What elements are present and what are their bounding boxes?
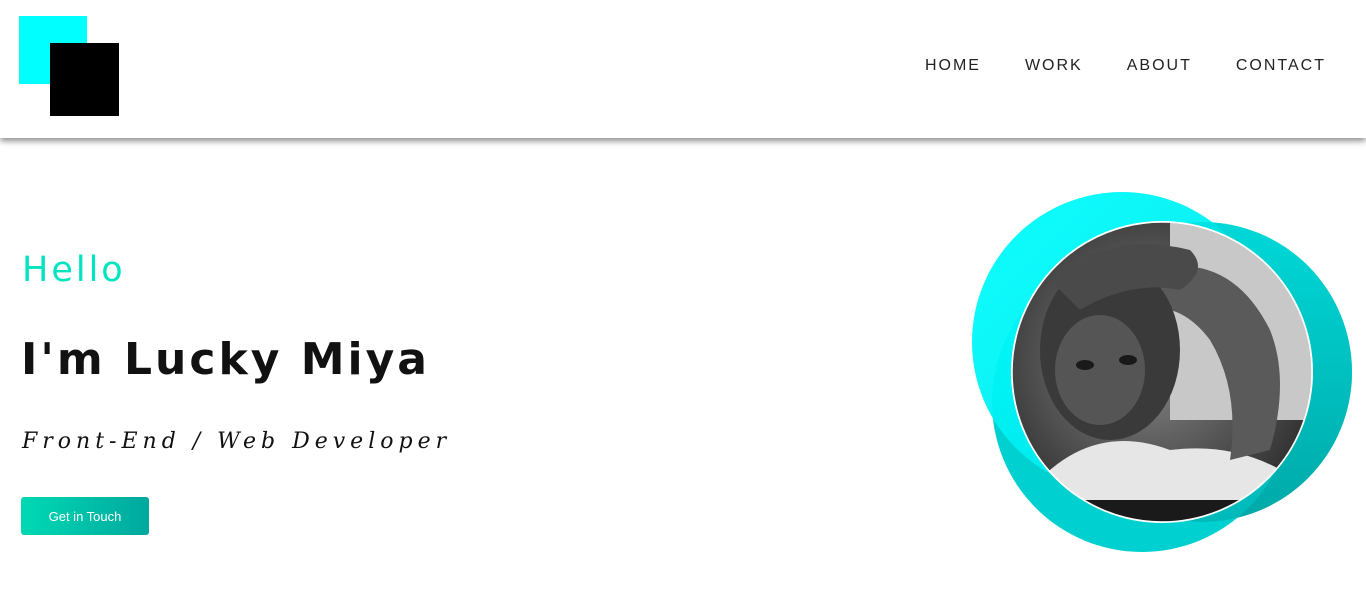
nav-link-home[interactable]: HOME — [925, 57, 981, 75]
get-in-touch-button[interactable]: Get in Touch — [21, 497, 149, 535]
logo-black-square — [50, 43, 119, 116]
nav-link-contact[interactable]: CONTACT — [1236, 57, 1326, 75]
hero-greeting: Hello — [22, 250, 126, 290]
nav-link-work[interactable]: WORK — [1025, 57, 1083, 75]
logo-icon[interactable] — [19, 16, 119, 116]
nav-link-about[interactable]: ABOUT — [1127, 57, 1192, 75]
hero-name: I'm Lucky Miya — [21, 334, 430, 385]
site-header: HOME WORK ABOUT CONTACT — [0, 0, 1366, 138]
profile-portrait — [972, 192, 1352, 552]
hero-role: Front-End / Web Developer — [22, 429, 452, 454]
main-nav: HOME WORK ABOUT CONTACT — [881, 57, 1326, 75]
